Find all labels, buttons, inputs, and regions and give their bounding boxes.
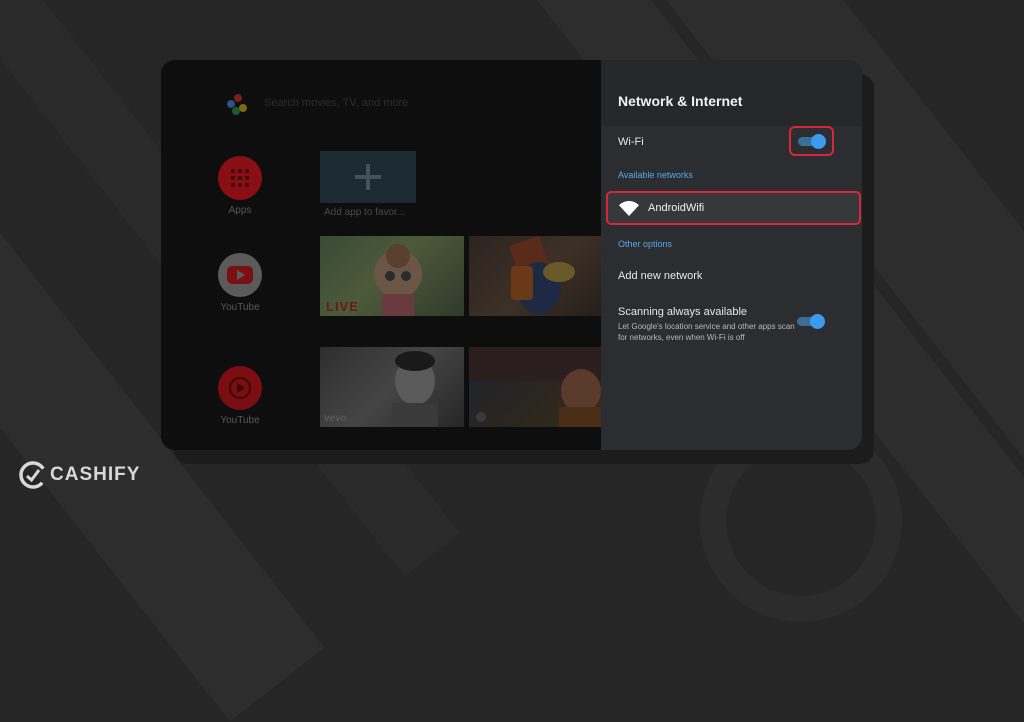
live-badge: LIVE xyxy=(326,299,359,314)
search-hint[interactable]: Search movies, TV, and more xyxy=(264,97,408,109)
scanning-toggle[interactable] xyxy=(797,314,825,329)
add-app-tile[interactable] xyxy=(320,151,416,203)
show-scene-image xyxy=(469,347,613,427)
youtube-music-app[interactable]: YouTube xyxy=(210,366,270,426)
plus-icon xyxy=(355,164,381,190)
network-name: AndroidWifi xyxy=(648,202,705,214)
cashify-logo: CASHIFY xyxy=(18,460,140,490)
google-assistant-icon[interactable] xyxy=(227,94,249,116)
network-settings-panel: Network & Internet Wi-Fi Available netwo… xyxy=(601,60,862,450)
video-thumbnail-show[interactable] xyxy=(469,347,613,427)
video-thumbnail-cartoon[interactable]: LIVE xyxy=(320,236,464,316)
network-item-androidwifi[interactable]: AndroidWifi xyxy=(606,191,861,225)
apps-label: Apps xyxy=(228,205,252,216)
add-app-label: Add app to favor... xyxy=(324,207,406,218)
apps-launcher[interactable]: Apps xyxy=(210,156,270,216)
youtube-play-icon xyxy=(218,366,262,410)
home-screen: Search movies, TV, and more Apps YouTube… xyxy=(161,60,613,450)
cashify-wordmark: CASHIFY xyxy=(50,464,141,485)
youtube2-label: YouTube xyxy=(220,415,260,426)
vevo-badge: vevo xyxy=(324,413,347,424)
wifi-toggle[interactable] xyxy=(798,134,826,149)
video-thumbnail-music[interactable]: vevo xyxy=(320,347,464,427)
woodpecker-image xyxy=(509,236,575,314)
add-new-network-item[interactable]: Add new network xyxy=(618,270,702,282)
video-thumbnail-woody[interactable] xyxy=(469,236,613,316)
other-options-label: Other options xyxy=(618,239,673,249)
wifi-signal-icon xyxy=(619,201,639,216)
available-networks-label: Available networks xyxy=(618,170,693,180)
youtube-app[interactable]: YouTube xyxy=(210,253,270,313)
wifi-label[interactable]: Wi-Fi xyxy=(618,136,644,148)
scanning-label[interactable]: Scanning always available xyxy=(618,306,747,318)
youtube-label: YouTube xyxy=(220,302,260,313)
youtube-icon xyxy=(218,253,262,297)
tv-screen: Search movies, TV, and more Apps YouTube… xyxy=(161,60,862,450)
cashify-c-icon xyxy=(19,461,47,489)
page-title: Network & Internet xyxy=(618,93,743,109)
scanning-description: Let Google's location service and other … xyxy=(618,322,795,342)
apps-grid-icon xyxy=(218,156,262,200)
